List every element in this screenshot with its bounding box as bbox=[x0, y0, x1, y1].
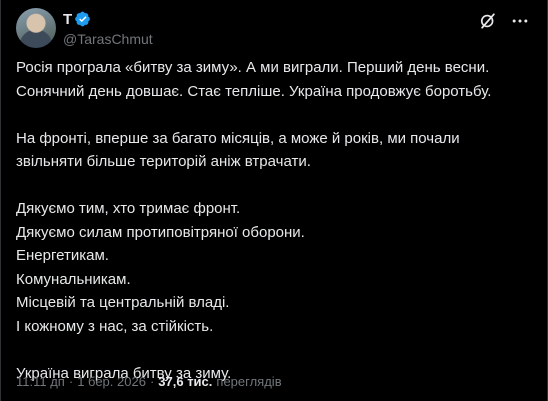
user-handle[interactable]: @TarasChmut bbox=[63, 31, 153, 47]
left-border bbox=[0, 0, 1, 401]
display-name[interactable]: T bbox=[63, 11, 72, 28]
views-label: переглядів bbox=[216, 374, 282, 389]
more-icon[interactable] bbox=[510, 11, 530, 31]
tweet-meta: 11:11 дп · 1 бер. 2026 · 37,6 тис. перег… bbox=[16, 374, 282, 389]
display-name-row: T bbox=[63, 10, 153, 28]
meta-separator-2: · bbox=[149, 374, 155, 389]
tweet-text: Росія програла «битву за зиму». А ми виг… bbox=[16, 59, 492, 382]
grok-icon[interactable] bbox=[478, 11, 498, 31]
tweet-date[interactable]: 1 бер. 2026 bbox=[77, 374, 146, 389]
meta-separator: · bbox=[68, 374, 74, 389]
author-names: T @TarasChmut bbox=[63, 10, 153, 48]
verified-badge-icon bbox=[75, 11, 91, 27]
user-avatar[interactable] bbox=[16, 8, 56, 48]
views-count: 37,6 тис. bbox=[158, 374, 213, 389]
tweet-header: T @TarasChmut bbox=[16, 8, 532, 48]
tweet-time[interactable]: 11:11 дп bbox=[16, 374, 65, 389]
